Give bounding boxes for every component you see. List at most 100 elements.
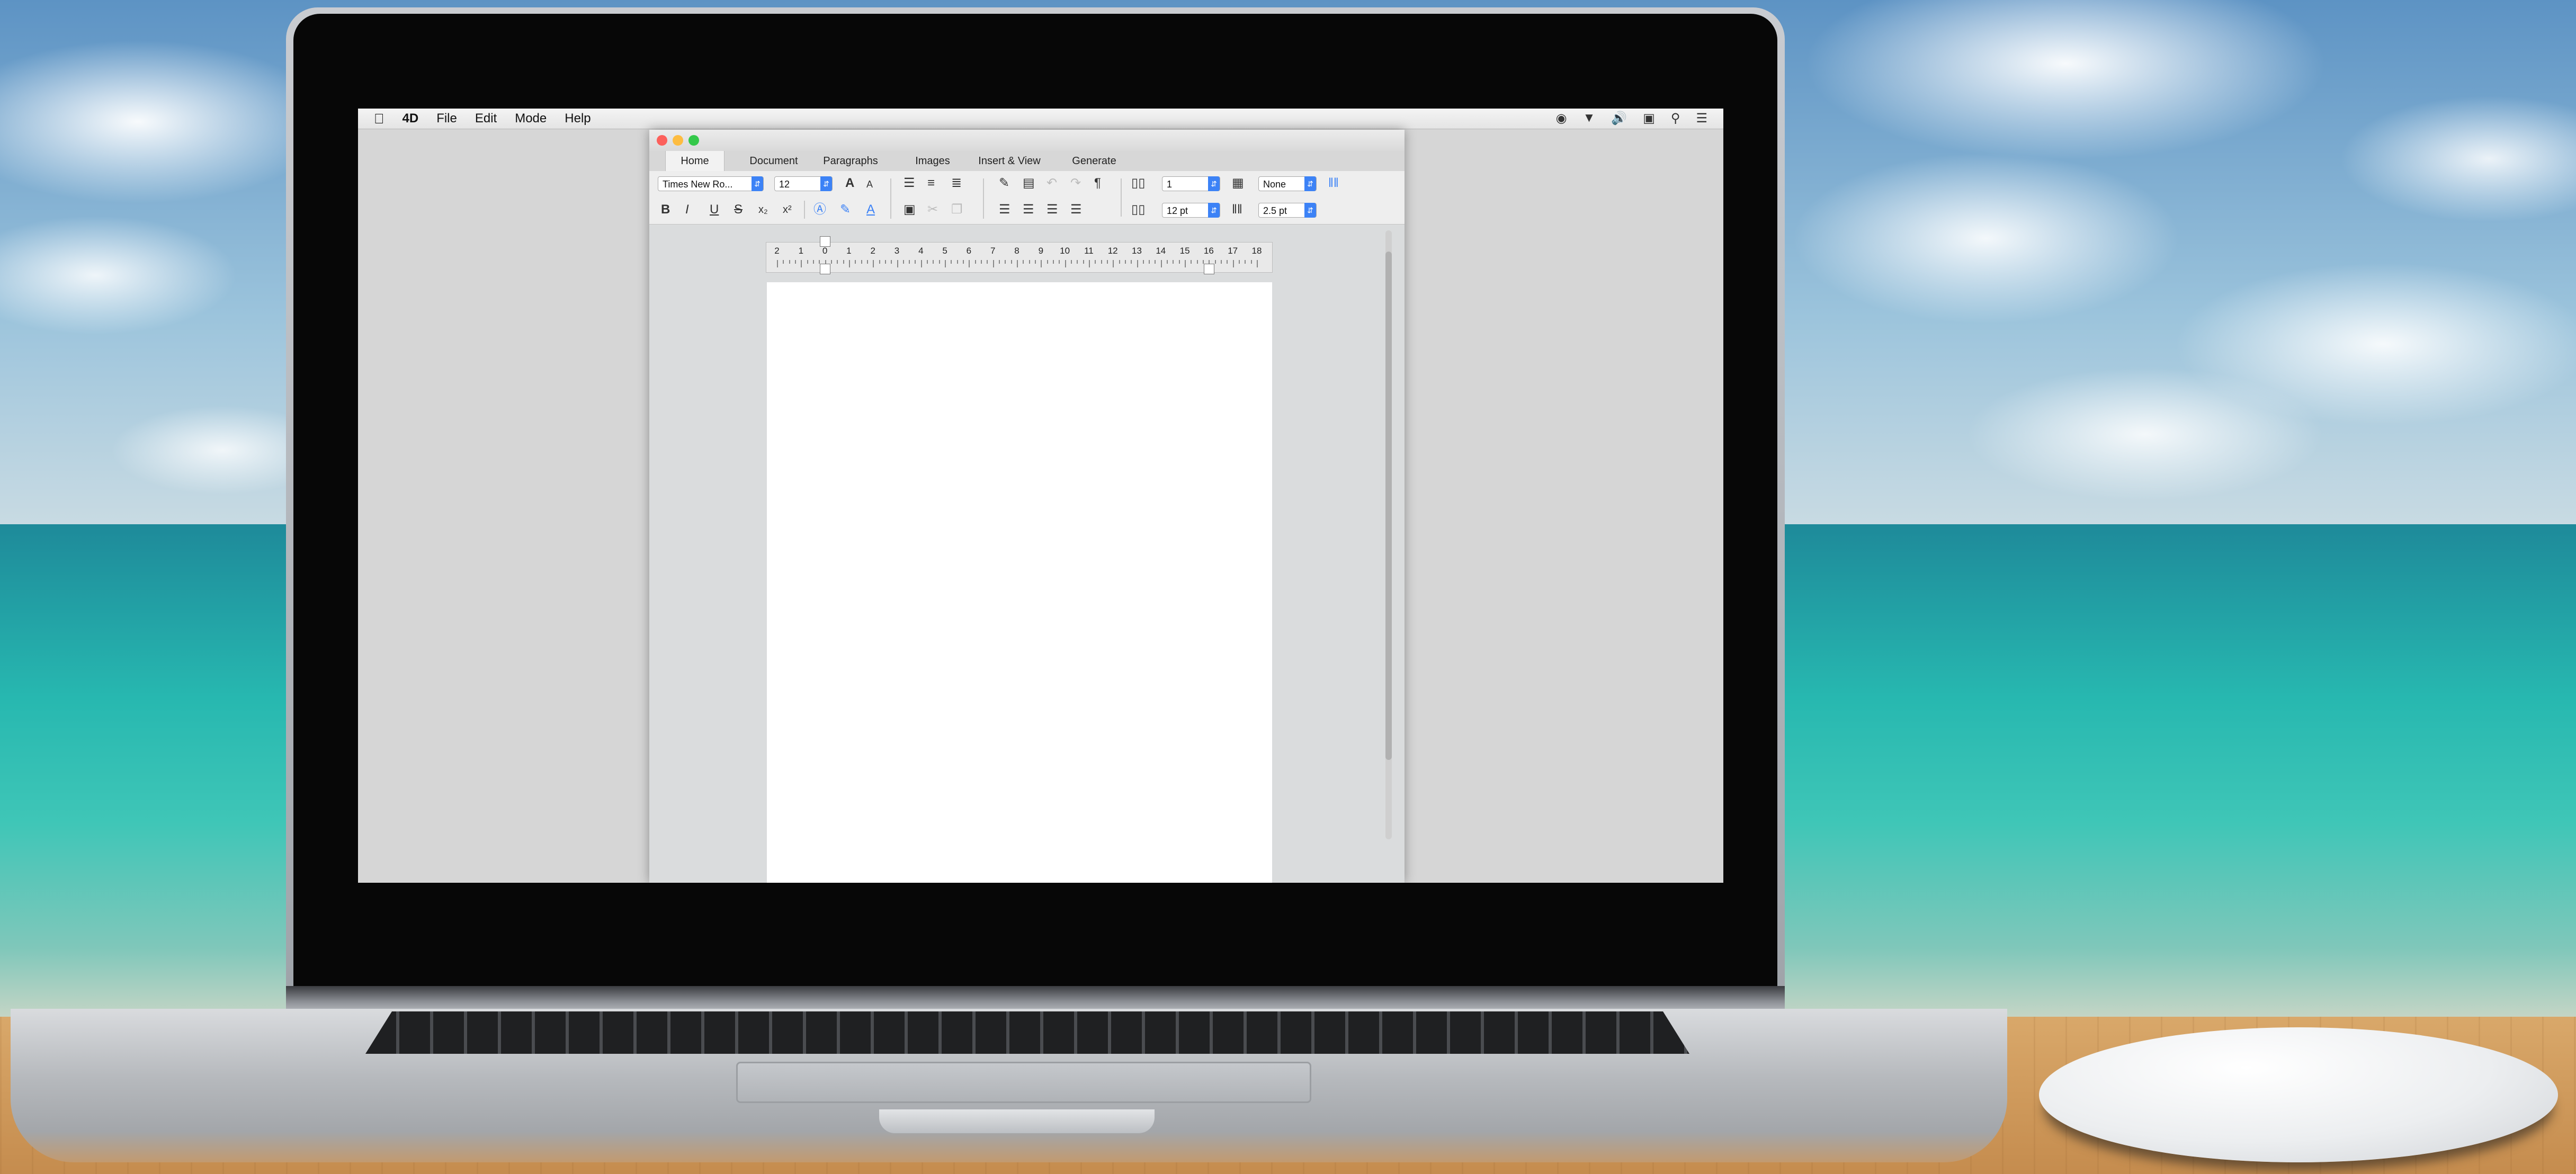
laptop-lid-notch xyxy=(879,1109,1155,1133)
font-name-select[interactable]: Times New Ro... ⇵ xyxy=(658,176,764,191)
menu-edit[interactable]: Edit xyxy=(475,111,497,126)
columns-count-select[interactable]: 1 ⇵ xyxy=(1162,176,1220,191)
column-spacing-value: 12 pt xyxy=(1167,205,1188,216)
horizontal-ruler[interactable]: 2 1 0 1 2 3 4 5 6 7 8 9 10 11 12 13 14 15 16 17 18 xyxy=(766,236,1273,274)
border-style-select[interactable]: None ⇵ xyxy=(1258,176,1317,191)
ribbon-tabs: Home Document Paragraphs Images Insert &… xyxy=(649,151,1405,172)
ruler-tick xyxy=(902,260,904,264)
align-right-icon[interactable]: ☰ xyxy=(1046,202,1058,218)
toolbar-separator xyxy=(983,201,984,219)
ruler-tick xyxy=(1046,260,1048,264)
undo-icon[interactable]: ↶ xyxy=(1046,175,1057,191)
ruler-tick xyxy=(1232,260,1234,267)
align-justify-icon[interactable]: ☰ xyxy=(1070,202,1082,218)
ruler-tick xyxy=(812,260,814,264)
ruler-tick xyxy=(1119,260,1120,264)
laptop-keyboard xyxy=(365,1011,1689,1054)
first-line-indent-marker[interactable] xyxy=(820,236,830,247)
strikethrough-button[interactable]: S xyxy=(734,202,743,218)
menu-help[interactable]: Help xyxy=(565,111,591,126)
search-icon[interactable]: ⚲ xyxy=(1671,111,1680,126)
laptop-screen:  4D File Edit Mode Help ◉ ▼ 🔊 ▣ ⚲ ☰ Hom… xyxy=(358,109,1723,883)
font-size-select[interactable]: 12 ⇵ xyxy=(774,176,833,191)
menu-mode[interactable]: Mode xyxy=(515,111,547,126)
borders-grid-icon[interactable]: ▦ xyxy=(1232,175,1244,191)
list-number-icon[interactable]: ≣ xyxy=(951,175,962,191)
left-margin-marker[interactable] xyxy=(820,264,830,274)
ruler-tick xyxy=(927,260,928,264)
subscript-button[interactable]: x₂ xyxy=(758,202,768,218)
redo-icon[interactable]: ↷ xyxy=(1070,175,1081,191)
font-name-value: Times New Ro... xyxy=(663,179,733,190)
font-size-value: 12 xyxy=(779,179,790,190)
tab-generate[interactable]: Generate xyxy=(1062,151,1126,171)
window-titlebar[interactable] xyxy=(649,130,1405,151)
document-page[interactable] xyxy=(767,282,1272,883)
ruler-tick xyxy=(855,260,856,264)
magic-mouse xyxy=(2039,1027,2558,1162)
display-icon[interactable]: ▣ xyxy=(1643,111,1655,126)
cut-icon[interactable]: ✂ xyxy=(927,202,938,218)
ruler-tick xyxy=(807,260,808,264)
volume-icon[interactable]: 🔊 xyxy=(1611,111,1627,126)
menu-file[interactable]: File xyxy=(436,111,457,126)
ruler-tick xyxy=(992,260,994,267)
highlight-pen-icon[interactable]: ✎ xyxy=(840,202,851,218)
grow-font-button[interactable]: A xyxy=(845,175,854,191)
copy-icon[interactable]: ❐ xyxy=(951,202,963,218)
pilcrow-icon[interactable]: ¶ xyxy=(1094,175,1101,191)
ruler-tick xyxy=(1052,260,1054,264)
bold-button[interactable]: B xyxy=(661,202,670,218)
toolbar-separator xyxy=(804,201,805,219)
ruler-tick xyxy=(1106,260,1108,264)
superscript-button[interactable]: x² xyxy=(783,202,792,218)
ruler-tick xyxy=(933,260,934,264)
ruler-tick xyxy=(801,260,802,267)
border-width-select[interactable]: 2.5 pt ⇵ xyxy=(1258,203,1317,218)
list-indent-icon[interactable]: ≡ xyxy=(927,175,935,191)
ruler-tick xyxy=(837,260,838,264)
align-left-icon[interactable]: ☰ xyxy=(999,202,1010,218)
italic-button[interactable]: I xyxy=(685,202,689,218)
tab-paragraphs[interactable]: Paragraphs xyxy=(813,151,888,171)
shrink-font-button[interactable]: A xyxy=(866,176,873,192)
ruler-number: 12 xyxy=(1107,246,1118,256)
ruler-tick xyxy=(1167,260,1168,264)
tab-home[interactable]: Home xyxy=(665,151,724,171)
toolbar-separator xyxy=(890,201,891,219)
list-icon[interactable]: ☰ xyxy=(1696,111,1707,126)
ruler-tick xyxy=(1083,260,1084,264)
ruler-tick xyxy=(1088,260,1090,267)
text-outline-icon[interactable]: Ⓐ xyxy=(813,202,826,218)
apple-icon[interactable]:  xyxy=(374,111,384,127)
ruler-tick xyxy=(866,260,868,264)
ruler-number: 14 xyxy=(1156,246,1166,256)
tab-document[interactable]: Document xyxy=(739,151,808,171)
clear-format-icon[interactable]: ✎ xyxy=(999,175,1009,191)
tab-images[interactable]: Images xyxy=(904,151,962,171)
list-bullet-icon[interactable]: ☰ xyxy=(904,175,915,191)
close-window-button[interactable] xyxy=(657,135,667,146)
zoom-window-button[interactable] xyxy=(688,135,699,146)
border-lines-icon[interactable]: ‖‖ xyxy=(1328,175,1339,191)
minimize-window-button[interactable] xyxy=(673,135,683,146)
ruler-tick xyxy=(1227,260,1228,264)
ruler-tick xyxy=(1214,260,1216,264)
underline-button[interactable]: U xyxy=(710,202,719,218)
ruler-tick xyxy=(999,260,1000,264)
ruler-number: 17 xyxy=(1228,246,1238,256)
column-spacing-select[interactable]: 12 pt ⇵ xyxy=(1162,203,1220,218)
record-icon[interactable]: ◉ xyxy=(1556,111,1567,126)
vertical-scrollbar-thumb[interactable] xyxy=(1385,252,1392,760)
text-color-button[interactable]: A xyxy=(866,202,875,218)
paste-icon[interactable]: ▣ xyxy=(904,202,916,218)
style-sheet-icon[interactable]: ▤ xyxy=(1023,175,1035,191)
align-center-icon[interactable]: ☰ xyxy=(1023,202,1034,218)
ruler-tick xyxy=(1173,260,1174,264)
tab-insert-view[interactable]: Insert & View xyxy=(967,151,1052,171)
ruler-tick xyxy=(1131,260,1132,264)
right-margin-marker[interactable] xyxy=(1204,264,1214,274)
menu-app-name[interactable]: 4D xyxy=(402,111,419,126)
ruler-tick xyxy=(848,260,850,267)
wifi-icon[interactable]: ▼ xyxy=(1583,111,1596,126)
